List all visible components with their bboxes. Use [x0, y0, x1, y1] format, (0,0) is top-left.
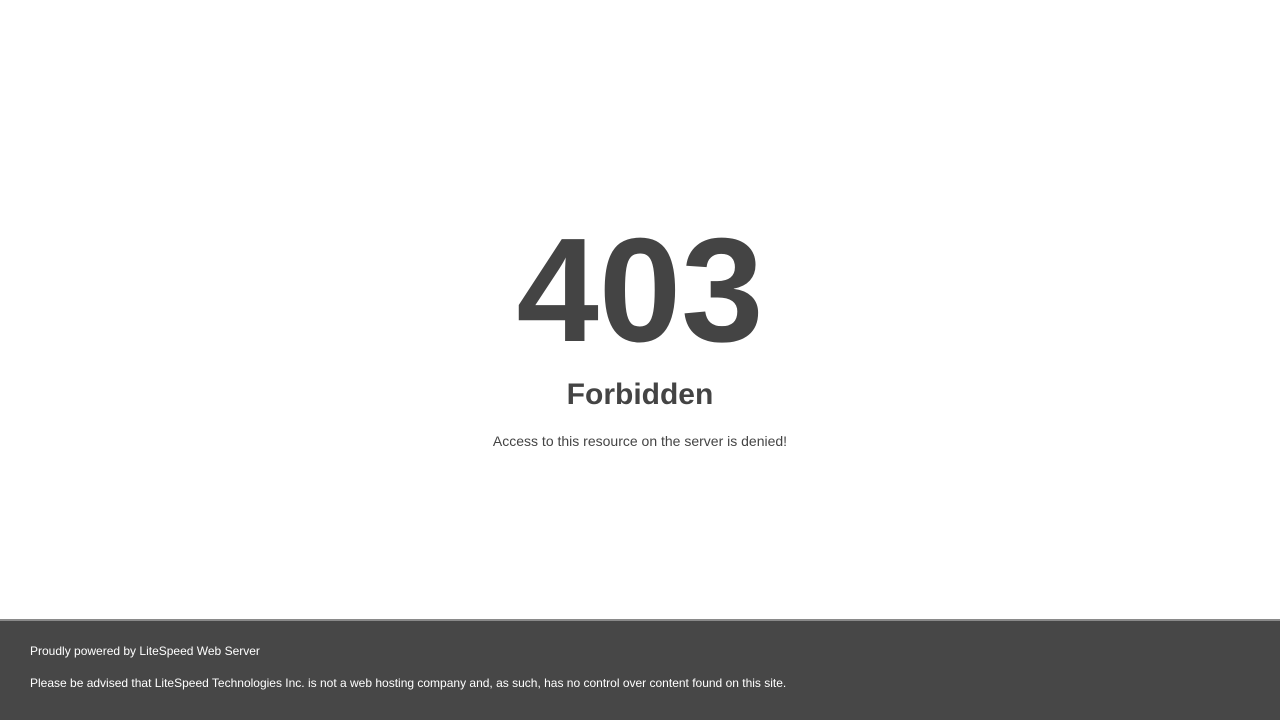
error-content: 403 Forbidden Access to this resource on…: [0, 0, 1280, 619]
footer: Proudly powered by LiteSpeed Web Server …: [0, 619, 1280, 720]
advisory-text: Please be advised that LiteSpeed Technol…: [30, 676, 787, 690]
error-message: Access to this resource on the server is…: [492, 433, 788, 449]
error-page: 403 Forbidden Access to this resource on…: [0, 0, 1280, 720]
error-code: 403: [516, 208, 764, 373]
error-title: Forbidden: [566, 378, 714, 411]
powered-by-text: Proudly powered by LiteSpeed Web Server: [30, 644, 260, 658]
